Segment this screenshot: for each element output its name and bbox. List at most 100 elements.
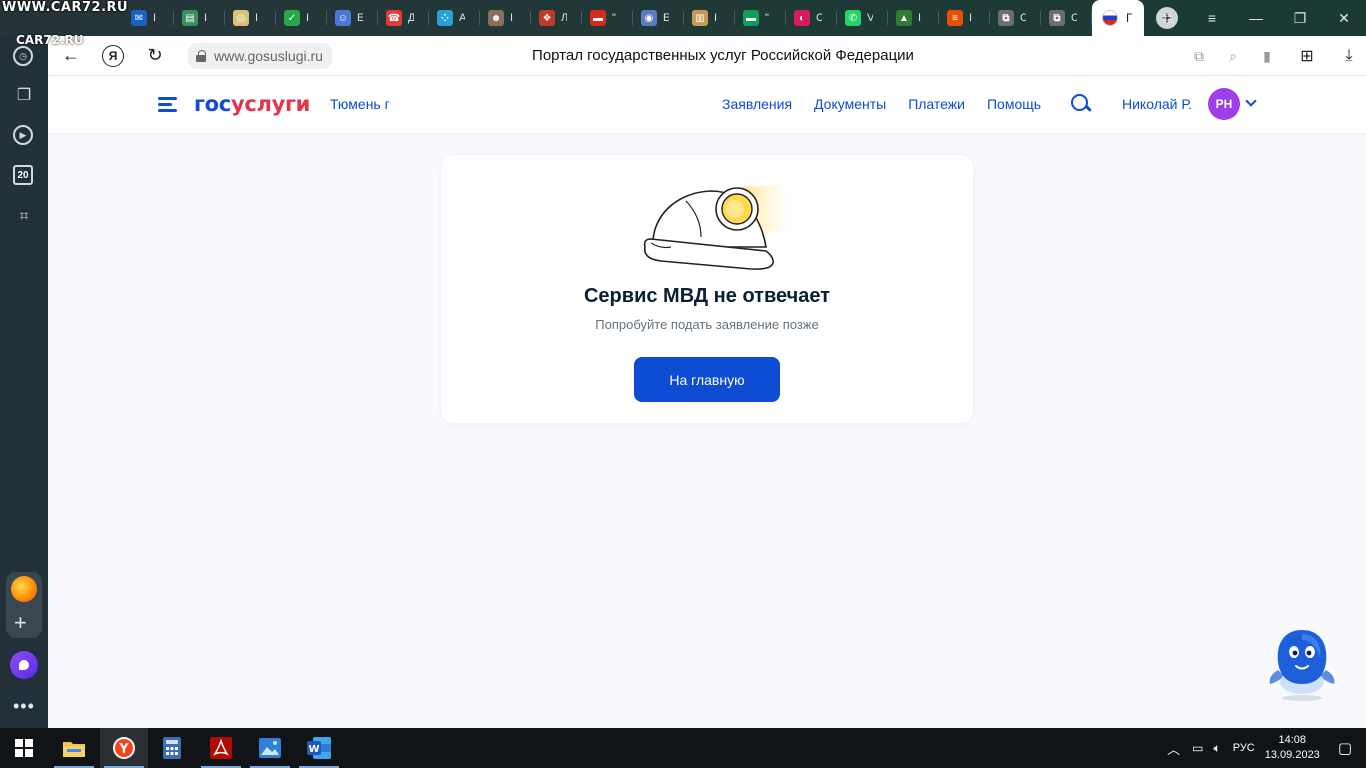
- history-icon[interactable]: ◷: [13, 46, 33, 66]
- tab-title: ": [612, 12, 616, 24]
- calculator-icon: [163, 737, 181, 759]
- nav-help[interactable]: Помощь: [987, 96, 1041, 112]
- tab-collections-icon[interactable]: ⧉: [1146, 10, 1190, 27]
- city-selector[interactable]: Тюмень г: [330, 96, 390, 112]
- tab-item[interactable]: ▲ I: [888, 0, 939, 36]
- page-title: Портал государственных услуг Российской …: [532, 47, 914, 64]
- chevron-up-icon[interactable]: ︿: [1167, 739, 1180, 758]
- taskbar-pdf-reader[interactable]: [197, 728, 245, 768]
- taskbar: Y W ︿ ▭ 🔈︎ РУС 14:08 13.09.2023 ▢: [0, 728, 1366, 768]
- tab-item[interactable]: ≡ I: [939, 0, 990, 36]
- taskbar-yandex-browser[interactable]: Y: [100, 728, 148, 768]
- reload-button[interactable]: ↻: [144, 45, 166, 67]
- robot-assistant-icon[interactable]: [1264, 626, 1340, 702]
- taskbar-word[interactable]: W: [295, 728, 343, 768]
- download-icon[interactable]: ⤓: [1332, 47, 1366, 65]
- more-icon[interactable]: •••: [13, 696, 35, 717]
- tab-item[interactable]: ⧉ C: [990, 0, 1041, 36]
- tab-item[interactable]: ☎ Д: [378, 0, 429, 36]
- taskbar-file-explorer[interactable]: [50, 728, 98, 768]
- check-icon: ✓: [284, 10, 300, 26]
- reader-icon[interactable]: ⊞: [1290, 46, 1324, 66]
- restore-button[interactable]: ❐: [1278, 10, 1322, 27]
- user-name[interactable]: Николай Р.: [1122, 96, 1192, 112]
- phone-icon: ☎: [386, 10, 402, 26]
- flag-icon: ▬: [743, 10, 759, 26]
- nav-applications[interactable]: Заявления: [722, 96, 792, 112]
- market-icon[interactable]: [11, 576, 37, 602]
- search-icon[interactable]: [1071, 94, 1091, 114]
- logo-part-2: услуги: [230, 92, 311, 116]
- tab-title: C: [1071, 12, 1077, 24]
- seal-icon: ◉: [641, 10, 657, 26]
- tab-item[interactable]: ⧉ C: [1041, 0, 1092, 36]
- copy-icon: ⧉: [1049, 10, 1065, 26]
- battery-icon[interactable]: ▭: [1192, 741, 1203, 755]
- minimize-button[interactable]: —: [1234, 10, 1278, 26]
- tab-active-title: Г: [1126, 11, 1133, 25]
- tab-item[interactable]: ✆ V: [837, 0, 888, 36]
- flag-icon: ▬: [590, 10, 606, 26]
- tab-item[interactable]: ⁘ A: [429, 0, 480, 36]
- back-button[interactable]: ←: [60, 45, 82, 67]
- mountain-icon: ▲: [896, 10, 912, 26]
- clock-date: 13.09.2023: [1264, 749, 1320, 761]
- nav-documents[interactable]: Документы: [814, 96, 886, 112]
- screenshot-icon[interactable]: ⌗: [13, 206, 35, 228]
- tab-item[interactable]: ▤ I: [174, 0, 225, 36]
- zoom-icon[interactable]: ⌕: [1216, 48, 1250, 65]
- collections-icon[interactable]: ❒: [13, 84, 35, 106]
- add-panel-icon[interactable]: +: [14, 610, 27, 636]
- tab-item[interactable]: ▬ ": [735, 0, 786, 36]
- tab-item[interactable]: ▬ ": [582, 0, 633, 36]
- tab-item[interactable]: ◎ I: [225, 0, 276, 36]
- tab-item[interactable]: ☻ I: [480, 0, 531, 36]
- tab-title: I: [204, 12, 208, 24]
- play-icon[interactable]: ▶: [13, 125, 33, 145]
- tab-title: Л: [561, 12, 567, 24]
- language-indicator[interactable]: РУС: [1233, 742, 1255, 754]
- avatar[interactable]: РН: [1208, 88, 1240, 120]
- nav-payments[interactable]: Платежи: [908, 96, 965, 112]
- start-button[interactable]: [0, 728, 48, 768]
- tab-item[interactable]: ◉ E: [633, 0, 684, 36]
- tab-item[interactable]: ✓ I: [276, 0, 327, 36]
- translate-icon[interactable]: ⧉: [1182, 48, 1216, 65]
- tab-title: Д: [408, 12, 414, 24]
- tab-title: C: [1020, 12, 1026, 24]
- gosuslugi-logo[interactable]: госуслуги: [194, 92, 310, 116]
- tab-item[interactable]: ❖ Л: [531, 0, 582, 36]
- home-button[interactable]: На главную: [634, 357, 780, 402]
- tabs-list: ✉ I ▤ I ◎ I ✓ I ☺ E ☎ Д ⁘ A ☻ I ❖ Л ▬ " ◉ E ▥ I ▬ " ◐ C ✆ V ▲ I ≡ I ⧉ C ⧉ C: [123, 0, 1092, 36]
- error-subtitle: Попробуйте подать заявление позже: [595, 317, 819, 332]
- tab-title: I: [153, 12, 157, 24]
- clock-time: 14:08: [1278, 734, 1307, 746]
- close-button[interactable]: ✕: [1322, 10, 1366, 27]
- volume-icon[interactable]: 🔈︎: [1214, 741, 1221, 756]
- menu-burger-icon[interactable]: [158, 97, 177, 112]
- pdf-icon: [210, 737, 232, 759]
- tab-active[interactable]: Г: [1092, 0, 1144, 36]
- tab-item[interactable]: ▥ I: [684, 0, 735, 36]
- windows-icon: [15, 739, 33, 757]
- yandex-button[interactable]: Я: [102, 44, 124, 67]
- clock[interactable]: 14:08 13.09.2023: [1265, 733, 1320, 763]
- svg-text:Y: Y: [118, 742, 129, 757]
- file-explorer-icon: [63, 742, 85, 757]
- whatsapp-icon: ✆: [845, 10, 861, 26]
- photos-icon: [259, 738, 281, 758]
- calendar-icon[interactable]: 20: [13, 165, 33, 185]
- tab-title: V: [867, 12, 873, 24]
- menu-icon[interactable]: ≡: [1190, 10, 1234, 26]
- tab-item[interactable]: ✉ I: [123, 0, 174, 36]
- notifications-icon[interactable]: ▢: [1338, 739, 1352, 757]
- taskbar-photos[interactable]: [246, 728, 294, 768]
- tab-item[interactable]: ☺ E: [327, 0, 378, 36]
- tab-item[interactable]: ◐ C: [786, 0, 837, 36]
- chevron-down-icon[interactable]: [1245, 95, 1257, 107]
- tab-title: I: [714, 12, 718, 24]
- taskbar-calculator[interactable]: [148, 728, 196, 768]
- bookmark-icon[interactable]: ▮: [1250, 48, 1284, 65]
- url-field[interactable]: www.gosuslugi.ru: [188, 42, 332, 69]
- alice-assistant-icon[interactable]: [10, 651, 38, 679]
